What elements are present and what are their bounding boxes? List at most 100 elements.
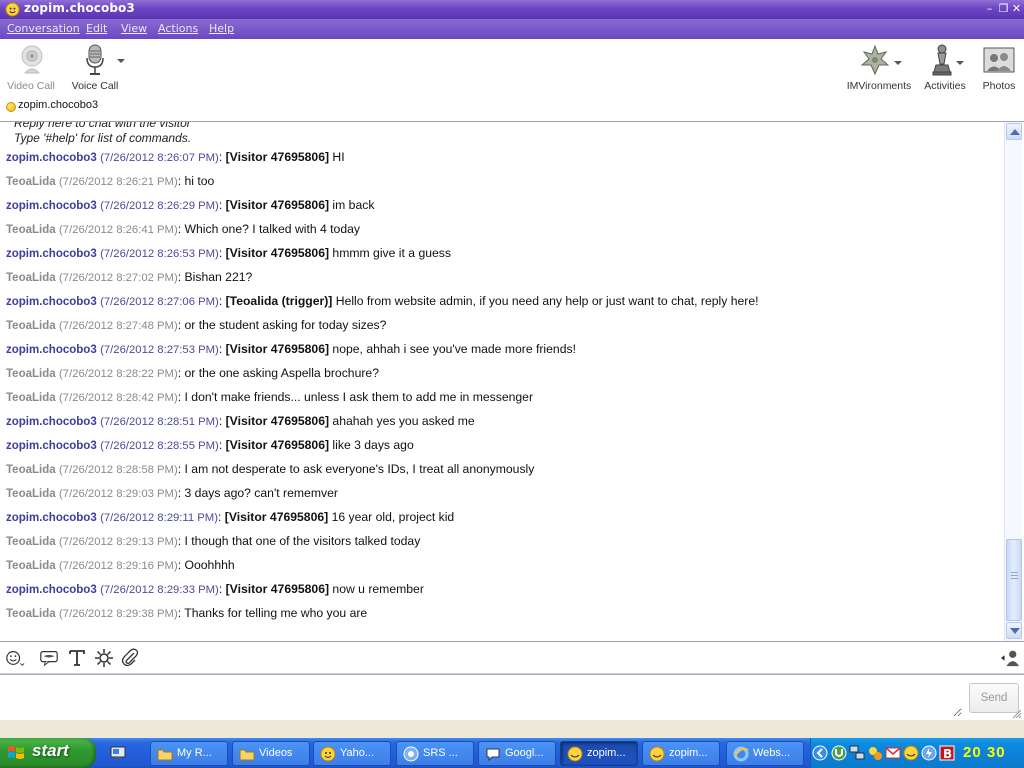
grip-line-3 (1011, 578, 1018, 579)
network-icon[interactable] (849, 745, 865, 761)
activities-button[interactable]: Activities (922, 43, 968, 95)
message-sender[interactable]: TeoaLida (6, 224, 56, 236)
system-message-line1: Reply here to chat with the visitor (14, 121, 191, 130)
message-sender[interactable]: zopim.chocobo3 (6, 416, 97, 428)
scroll-thumb[interactable] (1006, 539, 1022, 621)
taskbar-button-label: My R... (177, 747, 212, 759)
format-bar (0, 642, 1024, 674)
message-sender[interactable]: TeoaLida (6, 272, 56, 284)
taskbar-button[interactable]: Videos (232, 741, 310, 766)
message-timestamp: (7/26/2012 8:29:03 PM) (59, 488, 178, 500)
gtalk-tray-icon[interactable] (921, 745, 937, 761)
message-timestamp: (7/26/2012 8:27:53 PM) (100, 344, 219, 356)
message-sender[interactable]: TeoaLida (6, 536, 56, 548)
title-bar: zopim.chocobo3 – ❐ ✕ (0, 0, 1024, 19)
taskbar-button[interactable]: Webs... (726, 741, 804, 766)
contact-icon[interactable] (1000, 648, 1020, 668)
message-separator: : (218, 414, 226, 428)
message-separator: : (218, 246, 226, 260)
resize-grip-icon[interactable] (1012, 709, 1022, 719)
menu-bar: Conversation Edit View Actions Help (0, 19, 1024, 39)
tray-expand-icon[interactable] (812, 745, 828, 761)
emoticon-icon[interactable] (5, 648, 25, 668)
scroll-up-button[interactable] (1006, 123, 1022, 140)
message-sender[interactable]: zopim.chocobo3 (6, 512, 97, 524)
chat-message: TeoaLida (7/26/2012 8:29:16 PM): Ooohhhh (6, 558, 235, 578)
imvironments-dropdown-icon[interactable] (894, 61, 902, 65)
message-separator: : (218, 294, 226, 308)
start-button[interactable]: start (0, 738, 96, 768)
contact-name[interactable]: zopim.chocobo3 (18, 99, 98, 111)
taskbar-button-label: SRS ... (423, 747, 458, 759)
scroll-down-button[interactable] (1006, 622, 1022, 639)
activities-dropdown-icon[interactable] (956, 61, 964, 65)
message-sender[interactable]: zopim.chocobo3 (6, 584, 97, 596)
menu-help[interactable]: Help (209, 22, 234, 35)
message-sender[interactable]: TeoaLida (6, 320, 56, 332)
message-text: Bishan 221? (184, 270, 253, 284)
bitdefender-icon[interactable]: B (939, 745, 955, 761)
windows-logo-icon (8, 746, 24, 759)
video-call-label: Video Call (7, 80, 55, 92)
message-sender[interactable]: TeoaLida (6, 608, 56, 620)
message-sender[interactable]: zopim.chocobo3 (6, 248, 97, 260)
taskbar-button[interactable]: zopim... (642, 741, 720, 766)
minimize-button[interactable]: – (983, 2, 996, 16)
message-sender[interactable]: zopim.chocobo3 (6, 152, 97, 164)
menu-edit[interactable]: Edit (86, 22, 107, 35)
gmail-notifier-icon[interactable] (885, 745, 901, 761)
message-timestamp: (7/26/2012 8:29:11 PM) (100, 512, 218, 524)
menu-conversation[interactable]: Conversation (7, 22, 80, 35)
im-environment-icon[interactable] (39, 648, 59, 668)
message-text: like 3 days ago (329, 438, 414, 452)
messenger-status-icon[interactable] (867, 745, 883, 761)
messenger-icon (567, 746, 583, 762)
voice-call-label: Voice Call (71, 80, 119, 92)
attach-icon[interactable] (120, 648, 140, 668)
window-frame-strip (0, 720, 1024, 738)
show-desktop-icon[interactable] (110, 745, 126, 761)
message-sender[interactable]: TeoaLida (6, 488, 56, 500)
menu-view[interactable]: View (121, 22, 147, 35)
text-format-icon[interactable] (67, 648, 87, 668)
message-sender[interactable]: zopim.chocobo3 (6, 344, 97, 356)
chat-history[interactable]: Reply here to chat with the visitor Type… (0, 121, 1024, 642)
message-input[interactable] (2, 677, 962, 717)
chat-scrollbar[interactable] (1004, 122, 1022, 641)
yahoo-messenger-icon[interactable] (903, 745, 919, 761)
taskbar-button-label: zopim... (587, 747, 626, 759)
video-call-button[interactable]: Video Call (4, 43, 58, 95)
message-sender[interactable]: TeoaLida (6, 368, 56, 380)
status-indicator-icon (6, 102, 16, 112)
yahoo-icon (320, 746, 336, 762)
contact-bar: zopim.chocobo3 (0, 99, 1024, 121)
message-separator: : (218, 582, 226, 596)
close-button[interactable]: ✕ (1010, 2, 1023, 16)
clock[interactable]: 20 30 (963, 744, 1006, 761)
plugin-icon[interactable] (94, 648, 114, 668)
message-sender[interactable]: TeoaLida (6, 464, 56, 476)
taskbar-button-label: zopim... (669, 747, 708, 759)
taskbar-button[interactable]: My R... (150, 741, 228, 766)
message-sender[interactable]: zopim.chocobo3 (6, 296, 97, 308)
message-sender[interactable]: TeoaLida (6, 560, 56, 572)
taskbar-button[interactable]: SRS ... (396, 741, 474, 766)
message-sender[interactable]: zopim.chocobo3 (6, 200, 97, 212)
photos-button[interactable]: Photos (978, 43, 1020, 95)
imvironments-button[interactable]: IMVironments (846, 43, 912, 95)
message-separator: : (177, 270, 185, 284)
message-sender[interactable]: TeoaLida (6, 176, 56, 188)
message-visitor-tag: [Visitor 47695806] (225, 198, 330, 212)
voice-call-button[interactable]: Voice Call (70, 43, 120, 95)
message-sender[interactable]: TeoaLida (6, 392, 56, 404)
utorrent-icon[interactable] (831, 745, 847, 761)
restore-button[interactable]: ❐ (997, 2, 1010, 16)
message-separator: : (177, 462, 185, 476)
voice-call-dropdown-icon[interactable] (117, 59, 125, 63)
taskbar-button[interactable]: zopim... (560, 741, 638, 766)
taskbar-button[interactable]: Yaho... (313, 741, 391, 766)
chat-message: zopim.chocobo3 (7/26/2012 8:29:33 PM): [… (6, 582, 424, 602)
menu-actions[interactable]: Actions (158, 22, 198, 35)
taskbar-button[interactable]: Googl... (478, 741, 556, 766)
message-sender[interactable]: zopim.chocobo3 (6, 440, 97, 452)
